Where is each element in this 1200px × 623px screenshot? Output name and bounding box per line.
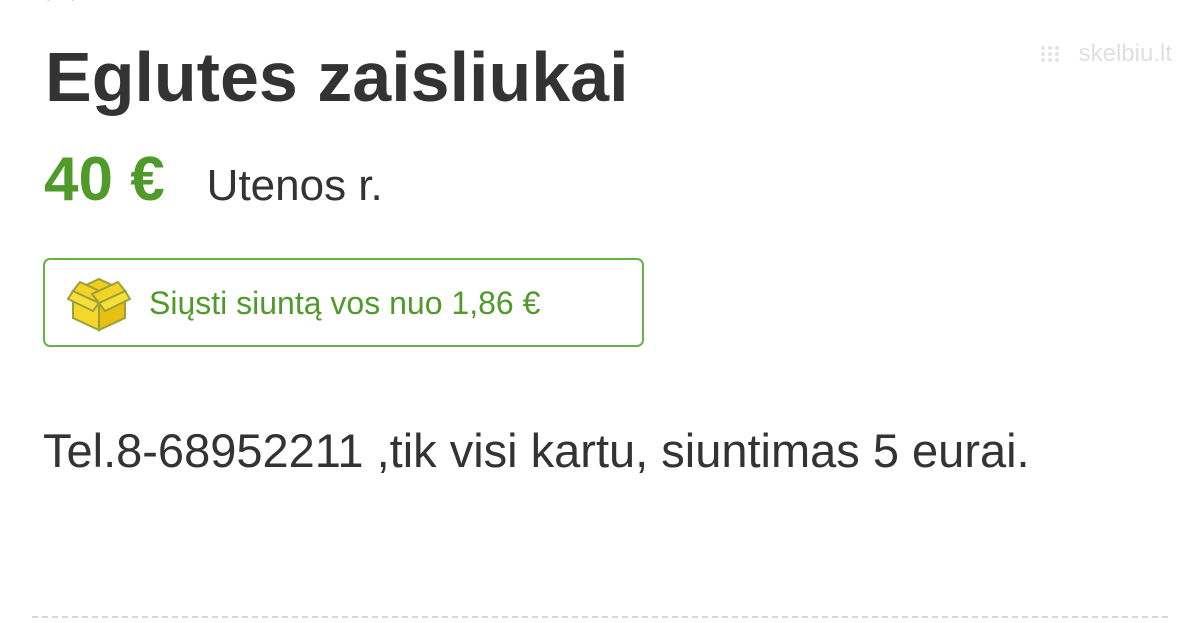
price-location-row: 40 € Utenos r. [44, 138, 383, 222]
listing-title: Eglutes zaisliukai [45, 38, 629, 116]
box-icon [67, 277, 131, 332]
listing-price: 40 € [44, 145, 165, 214]
dots-icon [1040, 46, 1059, 62]
cropped-top-icon: • • [46, 0, 86, 5]
listing-location: Utenos r. [206, 161, 383, 210]
watermark: skelbiu.lt [1039, 40, 1172, 68]
shipping-offer-button[interactable]: Siųsti siuntą vos nuo 1,86 € [43, 258, 644, 347]
watermark-text: skelbiu.lt [1078, 40, 1172, 67]
listing-description: Tel.8-68952211 ,tik visi kartu, siuntima… [43, 424, 1030, 477]
listing-page: • • skelbiu.lt Eglutes zaisliukai 40 € U… [0, 0, 1200, 623]
section-divider [32, 616, 1168, 618]
shipping-offer-text: Siųsti siuntą vos nuo 1,86 € [149, 284, 541, 321]
